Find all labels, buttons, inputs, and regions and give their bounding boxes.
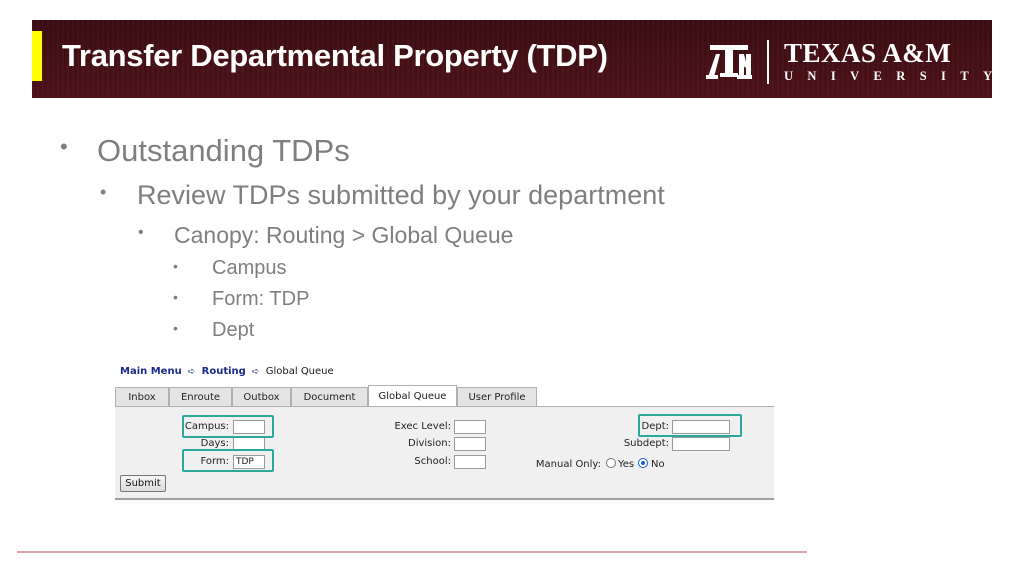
breadcrumb-current: Global Queue bbox=[265, 366, 334, 377]
school-input[interactable] bbox=[454, 455, 486, 469]
manual-only-yes-radio[interactable] bbox=[606, 458, 616, 468]
bullet-text: Form: TDP bbox=[212, 288, 310, 310]
tab-document[interactable]: Document bbox=[291, 387, 368, 407]
bullet-dot: • bbox=[173, 320, 178, 336]
days-label: Days: bbox=[200, 438, 229, 449]
bullet-text: Dept bbox=[212, 319, 255, 341]
exec-level-input[interactable] bbox=[454, 420, 486, 434]
school-label: School: bbox=[414, 456, 451, 467]
bullet-text: Outstanding TDPs bbox=[97, 133, 350, 168]
tab-enroute[interactable]: Enroute bbox=[169, 387, 232, 407]
arrow-right-icon: ➪ bbox=[187, 367, 196, 377]
subdept-input[interactable] bbox=[672, 437, 730, 451]
wordmark-line2: UNIVERSITY bbox=[784, 69, 992, 83]
division-input[interactable] bbox=[454, 437, 486, 451]
division-label: Division: bbox=[408, 438, 451, 449]
logo-divider bbox=[767, 40, 769, 84]
arrow-right-icon: ➪ bbox=[252, 367, 260, 377]
breadcrumb-routing[interactable]: Routing bbox=[202, 366, 246, 377]
footer-divider bbox=[17, 551, 807, 553]
slide-title: Transfer Departmental Property (TDP) bbox=[62, 38, 608, 73]
breadcrumb: Main Menu ➪ Routing ➪ Global Queue bbox=[120, 366, 334, 377]
accent-bar bbox=[32, 31, 42, 81]
bullet-text: Review TDPs submitted by your department bbox=[137, 180, 665, 210]
manual-only-yes-label: Yes bbox=[618, 459, 635, 470]
bullet-dot: • bbox=[173, 258, 178, 274]
manual-only-no-label: No bbox=[651, 459, 665, 470]
tab-bar: Inbox Enroute Outbox Document Global Que… bbox=[115, 385, 537, 408]
title-banner: Transfer Departmental Property (TDP) TEX… bbox=[32, 20, 992, 98]
wordmark-line1: TEXAS A&M bbox=[784, 38, 952, 68]
manual-only-no-radio[interactable] bbox=[638, 458, 648, 468]
exec-level-label: Exec Level: bbox=[394, 421, 451, 432]
canopy-screenshot: Main Menu ➪ Routing ➪ Global Queue Inbox… bbox=[115, 362, 775, 502]
tab-user-profile[interactable]: User Profile bbox=[457, 387, 537, 407]
bullet-dot: • bbox=[60, 134, 68, 159]
campus-highlight bbox=[182, 415, 274, 438]
tamu-wordmark: TEXAS A&M UNIVERSITY bbox=[784, 38, 992, 84]
bullet-text: Campus bbox=[212, 257, 287, 279]
form-highlight bbox=[182, 449, 274, 472]
bullet-text: Canopy: Routing > Global Queue bbox=[174, 222, 514, 248]
dept-highlight bbox=[638, 414, 742, 437]
tab-global-queue[interactable]: Global Queue bbox=[368, 385, 457, 408]
bullet-dot: • bbox=[173, 289, 178, 305]
bullet-dot: • bbox=[138, 224, 144, 241]
breadcrumb-main-menu[interactable]: Main Menu bbox=[120, 366, 182, 377]
tab-outbox[interactable]: Outbox bbox=[232, 387, 291, 407]
submit-button[interactable]: Submit bbox=[120, 475, 166, 492]
filter-panel: Campus: Days: Form: TDP Exec Level: Divi… bbox=[115, 406, 774, 500]
subdept-label: Subdept: bbox=[623, 438, 669, 449]
bullet-dot: • bbox=[100, 182, 107, 202]
manual-only-label: Manual Only: bbox=[535, 459, 601, 470]
tab-inbox[interactable]: Inbox bbox=[115, 387, 169, 407]
tamu-logo-icon bbox=[706, 45, 752, 79]
